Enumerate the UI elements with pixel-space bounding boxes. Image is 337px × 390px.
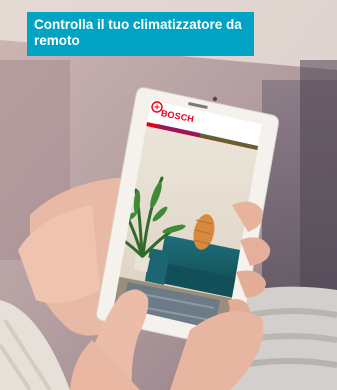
photo-scene: [0, 0, 337, 390]
caption-banner: Controlla il tuo climatizzatore da remot…: [27, 12, 254, 56]
photo-frame: Controlla il tuo climatizzatore da remot…: [0, 0, 337, 390]
